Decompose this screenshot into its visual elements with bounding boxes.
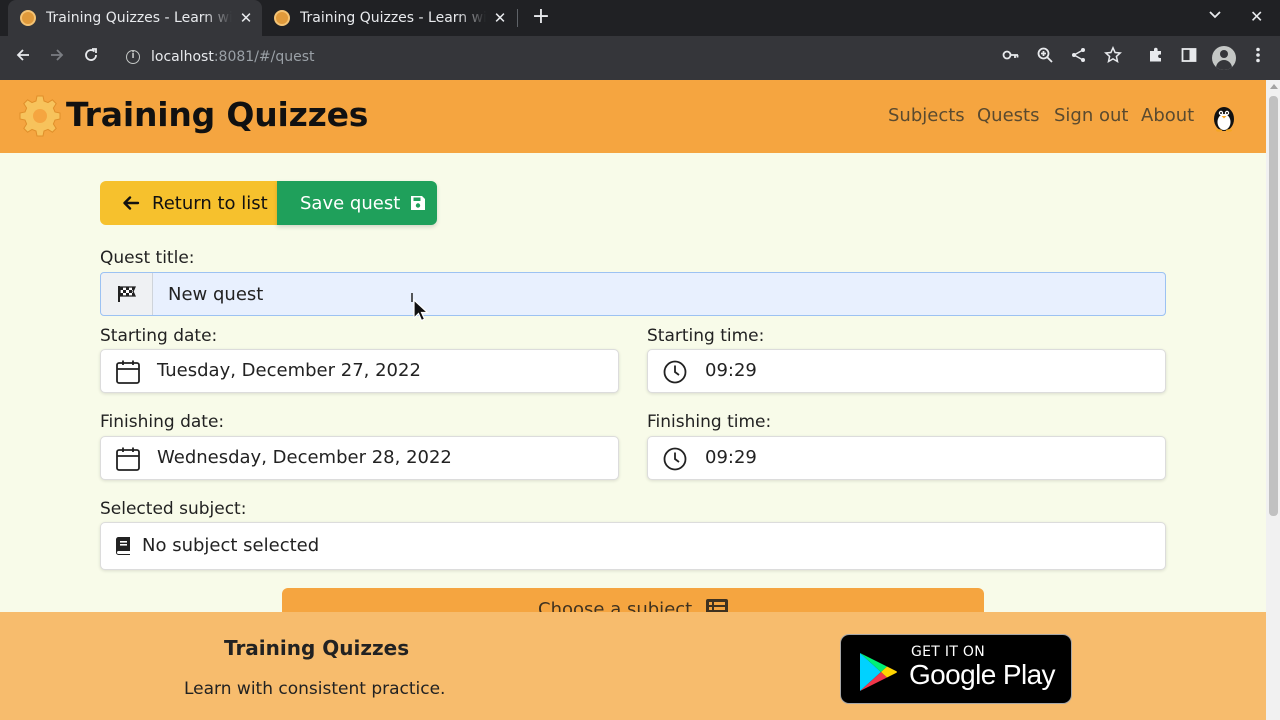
profile-avatar-icon[interactable] [1212, 46, 1236, 70]
starting-time-label: Starting time: [647, 326, 765, 346]
starting-time-value: 09:29 [705, 360, 757, 381]
store-name-label: Google Play [909, 659, 1056, 690]
gear-logo-icon[interactable] [18, 94, 62, 138]
return-to-list-button[interactable]: Return to list [100, 181, 277, 225]
zoom-icon[interactable] [1033, 46, 1057, 70]
finishing-time-field[interactable]: 09:29 [647, 436, 1166, 480]
starting-date-field[interactable]: Tuesday, December 27, 2022 [100, 349, 619, 393]
browser-tab[interactable]: Training Quizzes - Learn with consistent… [262, 0, 516, 36]
tab-search-chevron-icon[interactable] [1208, 8, 1222, 26]
quest-title-field [100, 272, 1166, 316]
selected-subject-label: Selected subject: [100, 499, 247, 519]
quest-title-label: Quest title: [100, 248, 195, 268]
selected-subject-field: No subject selected [100, 522, 1166, 570]
tab-close-icon[interactable]: ✕ [236, 9, 256, 27]
nav-link-subjects[interactable]: Subjects [888, 105, 965, 126]
finishing-time-value: 09:29 [705, 447, 757, 468]
browser-tab-strip: Training Quizzes - Learn with consistent… [0, 0, 1280, 36]
google-play-logo-icon [860, 653, 897, 691]
reload-icon[interactable] [79, 46, 103, 70]
starting-date-label: Starting date: [100, 326, 218, 346]
nav-link-sign-out[interactable]: Sign out [1054, 105, 1128, 126]
google-play-badge[interactable]: GET IT ON Google Play [840, 634, 1072, 704]
arrow-left-icon [122, 195, 140, 211]
clock-icon [662, 446, 688, 477]
site-info-icon[interactable]: i [126, 50, 140, 64]
nav-link-about[interactable]: About [1141, 105, 1194, 126]
mouse-cursor-icon [411, 293, 430, 322]
forward-icon[interactable] [45, 46, 69, 70]
finishing-time-label: Finishing time: [647, 412, 772, 432]
url-host: localhost [151, 49, 214, 65]
new-tab-icon[interactable]: + [529, 4, 553, 29]
starting-date-value: Tuesday, December 27, 2022 [157, 360, 421, 381]
floppy-disk-icon [410, 195, 426, 211]
extensions-icon[interactable] [1144, 46, 1168, 70]
url-path: :8081/#/quest [213, 49, 315, 65]
tab-close-icon[interactable]: ✕ [490, 9, 510, 27]
book-icon [115, 537, 131, 560]
selected-subject-value: No subject selected [142, 535, 320, 556]
nav-link-quests[interactable]: Quests [977, 105, 1039, 126]
site-favicon-icon [274, 10, 290, 26]
site-footer [0, 612, 1266, 720]
share-icon[interactable] [1067, 46, 1091, 70]
scroll-up-arrow-icon[interactable] [1270, 84, 1278, 89]
tab-separator [517, 9, 518, 27]
checkered-flag-icon [101, 273, 153, 315]
browser-menu-icon[interactable] [1246, 46, 1270, 70]
site-favicon-icon [20, 10, 36, 26]
finishing-date-field[interactable]: Wednesday, December 28, 2022 [100, 436, 619, 480]
tab-title: Training Quizzes - Learn with consistent… [46, 10, 232, 26]
window-close-icon[interactable]: ✕ [1250, 7, 1263, 26]
address-bar[interactable]: localhost:8081/#/quest [151, 49, 315, 65]
store-get-label: GET IT ON [911, 644, 986, 660]
save-quest-button[interactable]: Save quest [277, 181, 437, 225]
side-panel-icon[interactable] [1177, 46, 1201, 70]
calendar-icon [115, 359, 141, 390]
finishing-date-value: Wednesday, December 28, 2022 [157, 447, 452, 468]
penguin-user-icon[interactable] [1212, 104, 1236, 132]
save-button-label: Save quest [300, 192, 401, 214]
footer-tagline: Learn with consistent practice. [184, 679, 446, 699]
clock-icon [662, 359, 688, 390]
site-brand-title[interactable]: Training Quizzes [66, 95, 368, 134]
bookmark-star-icon[interactable] [1101, 45, 1125, 70]
finishing-date-label: Finishing date: [100, 412, 225, 432]
footer-title: Training Quizzes [224, 636, 410, 660]
key-icon[interactable] [999, 46, 1023, 70]
tab-title: Training Quizzes - Learn with consistent… [300, 10, 486, 26]
quest-title-input[interactable] [153, 273, 1165, 315]
calendar-icon [115, 446, 141, 477]
starting-time-field[interactable]: 09:29 [647, 349, 1166, 393]
scrollbar-thumb[interactable] [1269, 96, 1278, 516]
back-icon[interactable] [11, 46, 35, 70]
browser-tab-active[interactable]: Training Quizzes - Learn with consistent… [8, 0, 262, 36]
return-button-label: Return to list [152, 192, 268, 214]
